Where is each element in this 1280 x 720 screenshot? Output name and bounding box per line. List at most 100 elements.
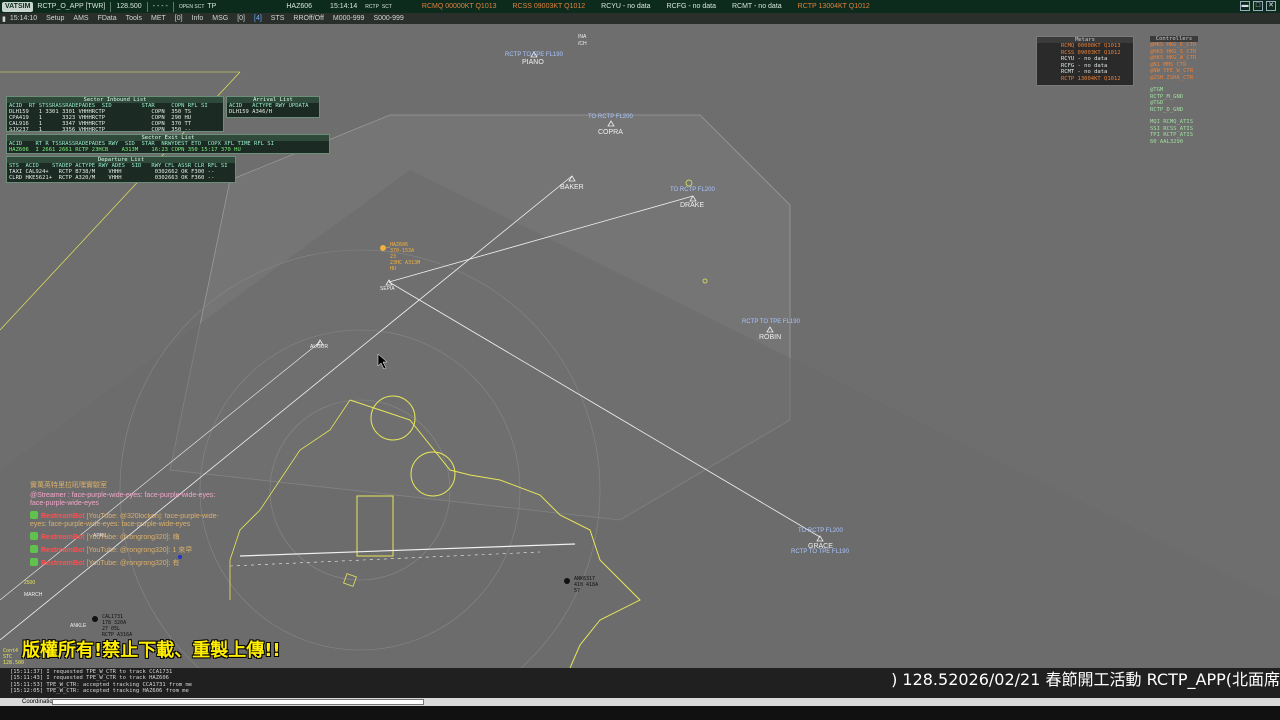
- chat-user: RestreamBot: [41, 547, 85, 554]
- weather-item[interactable]: RCSS 09003KT Q1012: [513, 3, 586, 10]
- fix-label-robin[interactable]: ROBIN: [759, 334, 781, 341]
- datablock-line: 57: [574, 588, 580, 594]
- open-sector-label[interactable]: OPEN SCT: [179, 4, 205, 10]
- metar-window[interactable]: Metars RCMQ 00000KT Q1013 RCSS 09003KT Q1…: [1036, 36, 1134, 86]
- stream-chat: 實萬英特里拉吼嘿實驗室 @Streamer : face-purple-wide…: [30, 482, 220, 568]
- controller-line[interactable]: @TGM RCTP_M_GND: [1150, 87, 1198, 100]
- controller-line[interactable]: @HKS HKG_W_CTR: [1150, 55, 1198, 62]
- weather-item[interactable]: RCMQ 00000KT Q1013: [422, 3, 497, 10]
- controller-line[interactable]: 60 AAL3290: [1150, 139, 1198, 146]
- chat-message: RestreamBot [YouTube: @320lockon]: face-…: [30, 511, 220, 529]
- list-row[interactable]: CLRD HKE5621+ RCTP A320/M VHHH 0302663 O…: [7, 175, 235, 181]
- menu-item[interactable]: Info: [192, 15, 204, 22]
- controller-line[interactable]: @ZSH ZSHA_CTR: [1150, 75, 1198, 82]
- fix-note-drake: TO RCTP FL200: [670, 187, 715, 193]
- menu-item[interactable]: RROff/Off: [293, 15, 323, 22]
- departure-list[interactable]: Departure List STS ACID STADEP ACTYPE RW…: [6, 156, 236, 183]
- frequency-label[interactable]: 128.500: [116, 3, 141, 10]
- top-status-bar: VATSIM RCTP_O_APP [TWR] 128.500 - - - - …: [0, 0, 1280, 24]
- menu-item[interactable]: S000-999: [373, 15, 403, 22]
- menu-item[interactable]: MSG: [212, 15, 228, 22]
- stream-ticker: ) 128.52026/02/21 春節開工活動 RCTP_APP(北面席: [891, 670, 1280, 689]
- taskbar: [0, 706, 1280, 720]
- metar-lines: RCMQ 00000KT Q1013 RCSS 09003KT Q1012 RCYU…: [1037, 43, 1133, 82]
- tp-label: TP: [207, 3, 217, 10]
- check-icon: [30, 532, 38, 540]
- weather-item[interactable]: RCYU - no data: [601, 3, 650, 10]
- chat-message: RestreamBot [YouTube: @rongrong320]: 嗨: [30, 532, 220, 542]
- dashes-label: - - - -: [152, 3, 168, 10]
- chat-message: RestreamBot [YouTube: @rongrong320]: 有: [30, 558, 220, 568]
- divider: [110, 1, 112, 12]
- fix-label-baker[interactable]: BAKER: [560, 184, 584, 191]
- menu-row: ▮ 15:14:10 Setup AMS FData Tools MET [0] Info M…: [0, 13, 1280, 24]
- check-icon: [30, 511, 38, 519]
- list-row[interactable]: HAZ606 I 2661 2661 RCTP 23HCB A313M 16:2…: [7, 147, 329, 153]
- aircraft-symbol-icon[interactable]: [92, 616, 98, 622]
- controllers-window[interactable]: Controllers @HKS HKG_E_CTR @HKS HKG_S_CTR…: [1150, 36, 1198, 145]
- controller-line[interactable]: @NW TPE_W_CTR: [1150, 68, 1198, 75]
- fix-label-sepia[interactable]: SEPIA: [380, 286, 395, 292]
- squawk-label: 2500: [24, 580, 35, 586]
- menu-item[interactable]: AMS: [73, 15, 88, 22]
- list-row[interactable]: SJX237 1 3356 VHHHRCTP COPN 350 --: [7, 127, 223, 133]
- fix-label-copra[interactable]: COPRA: [598, 129, 623, 136]
- check-icon: [30, 558, 38, 566]
- maximize-icon[interactable]: □: [1253, 1, 1263, 11]
- fix-label-march[interactable]: MARCH: [24, 592, 43, 598]
- menu-item[interactable]: MET: [151, 15, 166, 22]
- fix-label-drake[interactable]: DRAKE: [680, 202, 704, 209]
- chat-user: RestreamBot: [41, 513, 85, 520]
- position-label[interactable]: RCTP_O_APP [TWR]: [37, 3, 105, 10]
- controller-line[interactable]: TPI RCTP_ATIS: [1150, 132, 1198, 139]
- selected-callsign[interactable]: HAZ606: [286, 3, 312, 10]
- weather-strip: RCMQ 00000KT Q1013 RCSS 09003KT Q1012 RCYU…: [422, 3, 886, 10]
- fix-label-piano[interactable]: PIANO: [522, 59, 544, 66]
- check-icon: [30, 545, 38, 553]
- fix-label-augur[interactable]: AUGUR: [310, 344, 328, 350]
- controller-line[interactable]: @TGD RCTP_D_GND: [1150, 100, 1198, 113]
- chat-line: @Streamer : face-purple-wide-eyes: face-…: [30, 492, 216, 507]
- scope-alt-label: /CH: [578, 41, 587, 47]
- menu-item[interactable]: M000-999: [333, 15, 365, 22]
- list-row[interactable]: DLH159 A346/H: [227, 109, 319, 115]
- weather-item[interactable]: RCMT - no data: [732, 3, 782, 10]
- menu-item[interactable]: [0]: [237, 15, 245, 22]
- metar-line: RCTP 13004KT Q1012: [1061, 75, 1121, 82]
- chat-text: [YouTube: @rongrong320]: 1 來早: [86, 547, 193, 554]
- scope-alt-label: INA: [578, 34, 587, 40]
- fix-note-grace: TO RCTP FL200: [798, 528, 843, 534]
- weather-item[interactable]: RCTP 13004KT Q1012: [798, 3, 870, 10]
- fix-label-ankle[interactable]: ANKLE: [70, 623, 87, 629]
- menu-items: Setup AMS FData Tools MET [0] Info MSG [0] [4] STS…: [46, 15, 413, 22]
- utc-clock: 15:14:14: [330, 3, 358, 10]
- coordination-input[interactable]: [52, 699, 424, 705]
- chat-user: RestreamBot: [41, 534, 85, 541]
- chat-message: RestreamBot [YouTube: @rongrong320]: 1 來…: [30, 545, 220, 555]
- field-b: SCT: [381, 3, 392, 10]
- divider: [172, 1, 174, 12]
- aircraft-symbol-icon[interactable]: [380, 245, 386, 251]
- fix-note-copra: TO RCTP FL200: [588, 114, 633, 120]
- controller-line[interactable]: MQI RCMQ_ATIS: [1150, 119, 1198, 126]
- chat-user: RestreamBot: [41, 560, 85, 567]
- aircraft-symbol-icon[interactable]: [564, 578, 570, 584]
- menu-item[interactable]: FData: [98, 15, 117, 22]
- close-icon[interactable]: ✕: [1266, 1, 1276, 11]
- menu-item[interactable]: [4]: [254, 15, 262, 22]
- menu-item[interactable]: Setup: [46, 15, 64, 22]
- menu-item[interactable]: [0]: [175, 15, 183, 22]
- menu-item[interactable]: Tools: [126, 15, 142, 22]
- arrival-list[interactable]: Arrival List ACID ACTYPE RWY UPDATA DLH1…: [226, 96, 320, 118]
- sector-inbound-list[interactable]: Sector Inbound List ACID RT STSSRASSRADE…: [6, 96, 224, 133]
- datablock-line: HU: [390, 266, 396, 272]
- sector-exit-list[interactable]: Sector Exit List ACID RT R TSSRASSRADEPA…: [6, 134, 330, 154]
- fix-note-robin: RCTP TO TPE FL190: [742, 319, 801, 325]
- menu-item[interactable]: STS: [271, 15, 285, 22]
- field-a: RCTP: [365, 3, 379, 10]
- weather-item[interactable]: RCFG - no data: [667, 3, 716, 10]
- controller-line[interactable]: @HKS HKG_E_CTR: [1150, 42, 1198, 49]
- minimize-icon[interactable]: ▬: [1240, 1, 1250, 11]
- copyright-banner: 版權所有!禁止下載、重製上傳!!: [22, 640, 281, 661]
- divider: [146, 1, 148, 12]
